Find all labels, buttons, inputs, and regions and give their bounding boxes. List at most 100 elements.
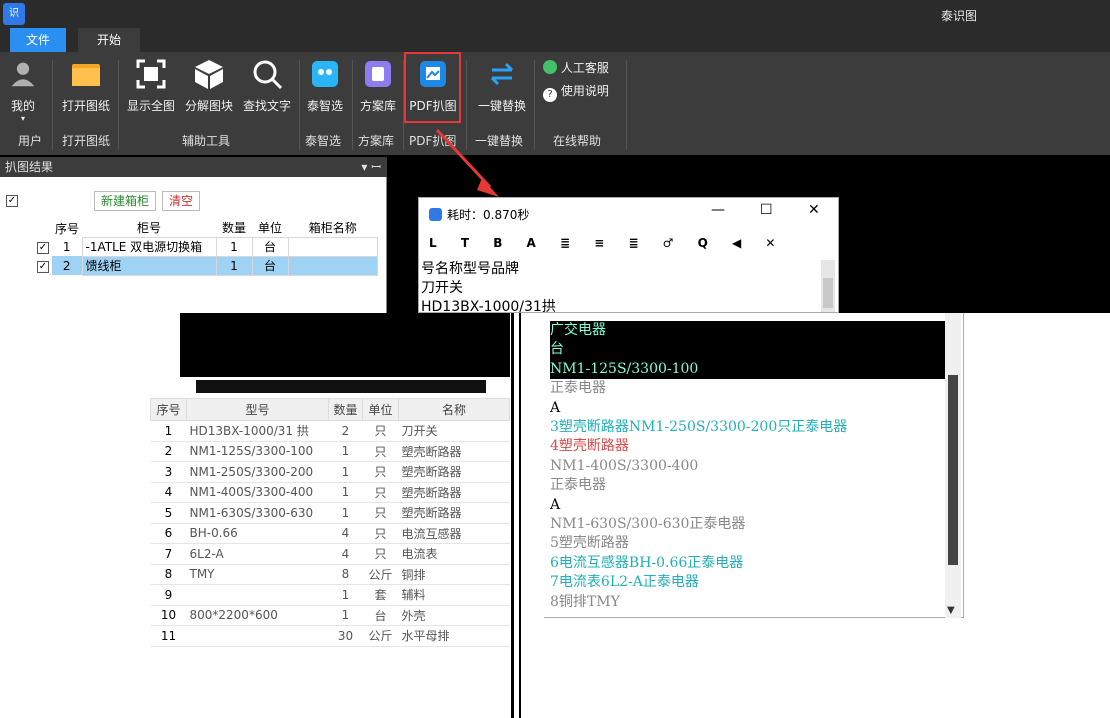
row-cabinet-name[interactable] [287,255,378,276]
ocr-line: 正泰电器 [550,380,606,397]
tab-file[interactable]: 文件 [10,28,66,52]
ocr-line: 5塑壳断路器 [550,535,629,552]
row-unit: 只 [362,420,399,442]
open-drawing-label: 打开图纸 [61,99,110,113]
row-index: 7 [150,543,187,565]
col-index: 序号 [150,398,187,421]
table-row[interactable]: ✓ 2 馈线柜 1 台 [34,255,378,276]
table-row[interactable]: 11 30 公斤 水平母排 [150,625,510,647]
swap-arrows-icon [490,62,514,86]
row-qty: 1 [328,461,363,483]
format-toolbar[interactable]: L T B A ≣ ≡ ≣ ♂ Q ◀ ✕ [429,236,829,250]
taizhixuan-label: 泰智选 [306,99,343,113]
find-text-button[interactable]: 查找文字 [239,56,295,120]
row-index: 3 [150,461,187,483]
separator [118,60,119,150]
row-index: 2 [52,256,82,275]
pin-icon[interactable]: ▾ ꟷ [361,157,381,177]
minimize-button[interactable]: — [711,202,725,218]
ocr-line: A [550,496,561,513]
results-panel: 扒图结果 ▾ ꟷ ✓ 新建箱柜 清空 序号 柜号 数量 单位 箱柜名称 ✓ 1 [0,157,387,313]
row-model: HD13BX-1000/31 拱 [186,420,329,442]
scroll-thumb[interactable] [823,278,833,308]
taizhixuan-button[interactable]: 泰智选 [303,56,347,120]
separator [52,60,53,150]
help-button[interactable]: ? 使用说明 [543,82,609,102]
new-cabinet-button[interactable]: 新建箱柜 [94,191,157,211]
customer-service-button[interactable]: 人工客服 [543,59,609,76]
scheme-library-button[interactable]: 方案库 [356,56,400,120]
ocr-line: 6电流互感器BH-0.66正泰电器 [550,554,744,571]
maximize-button[interactable]: ☐ [760,202,773,218]
table-row[interactable]: 4 NM1-400S/3300-400 1 只塑壳断路器 [150,482,510,503]
row-unit: 只 [362,482,399,503]
row-qty: 2 [328,420,363,442]
ocr-scrollbar[interactable]: ▼ [945,313,961,618]
title-bar: 识 泰识图 [0,0,1110,28]
one-click-replace-button[interactable]: 一键替换 [474,56,530,120]
open-drawing-button[interactable]: 打开图纸 [58,56,114,120]
pdf-highlight-box [404,52,461,123]
row-unit: 公斤 [362,564,399,585]
col-name: 名称 [398,398,510,421]
dialog-scrollbar[interactable] [821,260,835,312]
separator [403,60,404,150]
table-row[interactable]: 1 HD13BX-1000/31 拱 2 只刀开关 [150,420,510,442]
show-all-label: 显示全图 [126,99,175,113]
group-taizhixuan: 泰智选 [305,134,342,148]
text-line: 刀开关 [421,280,463,296]
table-row[interactable]: 3 NM1-250S/3300-200 1 只塑壳断路器 [150,461,510,483]
ocr-text-area[interactable]: 号名称型号品牌 刀开关 HD13BX-1000/31拱 [421,260,819,317]
row-unit: 只 [362,502,399,524]
one-click-replace-label: 一键替换 [477,99,526,113]
row-unit: 只 [362,461,399,483]
list-scroll-header [180,377,510,397]
separator [534,60,535,150]
table-row[interactable]: 6 BH-0.66 4 只电流互感器 [150,523,510,544]
scroll-thumb[interactable] [948,375,958,565]
user-button[interactable]: 我的 ▾ [8,56,38,123]
ocr-line: 8铜排TMY [550,593,620,610]
row-qty: 30 [328,625,363,647]
row-cabinet-name[interactable] [287,236,378,257]
tab-start[interactable]: 开始 [78,28,140,52]
row-index: 5 [150,502,187,524]
ocr-text-panel: 广交电器台 NM1-125S/3300-100 正泰电器 A 3塑壳断路器NM1-250… [544,313,964,618]
row-unit: 只 [362,441,399,462]
col-qty: 数量 [328,398,363,421]
ocr-line: 7电流表6L2-A正泰电器 [550,574,699,591]
table-row[interactable]: 9 1 套辅料 [150,584,510,606]
ocr-line: NM1-400S/3300-400 [550,457,699,474]
show-all-button[interactable]: 显示全图 [123,56,179,120]
table-row[interactable]: 10 800*2200*600 1 台外壳 [150,605,510,626]
user-icon [11,62,35,87]
row-name: 塑壳断路器 [398,461,510,483]
row-checkbox[interactable]: ✓ [37,242,49,254]
document-icon [365,61,391,87]
explode-block-button[interactable]: 分解图块 [181,56,237,120]
ocr-lines[interactable]: 广交电器台 NM1-125S/3300-100 正泰电器 A 3塑壳断路器NM1-250… [550,321,950,612]
scroll-down-icon[interactable]: ▼ [947,605,955,616]
table-row[interactable]: 7 6L2-A 4 只电流表 [150,543,510,565]
table-row[interactable]: 5 NM1-630S/3300-630 1 只塑壳断路器 [150,502,510,524]
table-row[interactable]: 8 TMY 8 公斤 铜排 [150,564,510,585]
row-name: 塑壳断路器 [398,441,510,462]
close-button[interactable]: ✕ [808,202,820,218]
row-index: 6 [150,523,187,544]
help-icon: ? [543,88,557,102]
row-checkbox[interactable]: ✓ [37,261,49,273]
row-qty: 1 [328,502,363,524]
clear-button[interactable]: 清空 [162,191,201,211]
row-index: 1 [62,239,71,254]
separator [352,60,353,150]
select-all-checkbox[interactable]: ✓ [6,195,18,207]
col-index: 序号 [52,219,82,237]
ocr-line: 台 [550,340,950,360]
chat-icon [543,60,557,74]
table-row[interactable]: 2 NM1-125S/3300-100 1 只塑壳断路器 [150,441,510,462]
row-qty: 1 [328,584,363,606]
row-qty: 4 [328,523,363,544]
ocr-line: 4塑壳断路器 [550,438,629,455]
menu-tabs: 文件 开始 [0,28,1110,52]
table-row[interactable]: ✓ 1 -1ATLE 双电源切换箱 1 台 [34,236,378,257]
